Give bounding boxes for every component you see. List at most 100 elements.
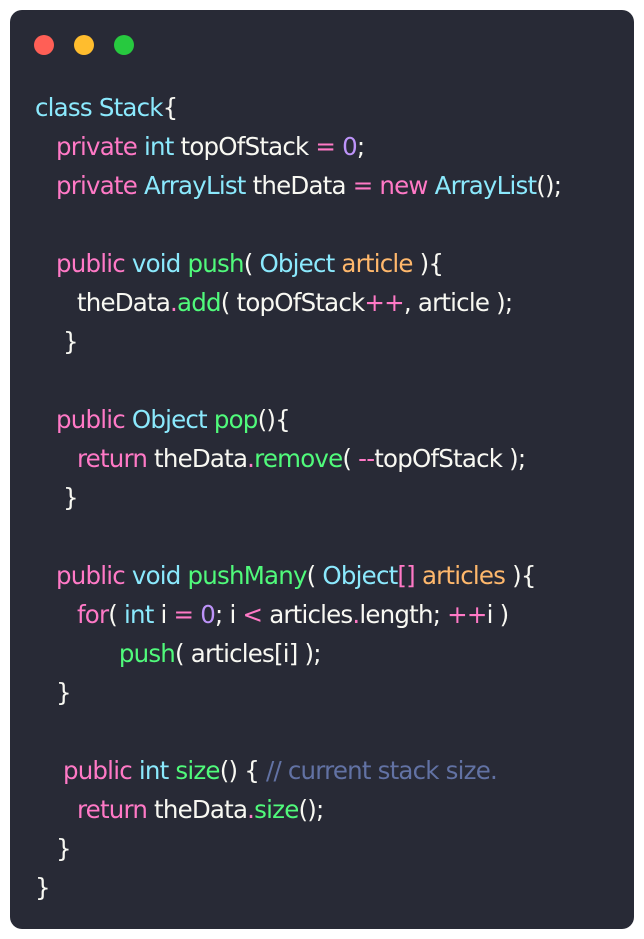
code-token-default: (){ xyxy=(257,405,291,434)
code-token-keyword: = xyxy=(352,171,380,200)
code-line: for( int i = 0; i < articles.length; ++i… xyxy=(35,595,561,634)
code-token-function: size xyxy=(254,795,299,824)
code-token-type: class xyxy=(35,93,99,122)
code-token-default xyxy=(35,639,119,668)
code-token-keyword: . xyxy=(170,288,178,317)
code-token-parameter: article xyxy=(341,249,420,278)
code-token-type: Object xyxy=(322,561,398,590)
code-line: ​ xyxy=(35,517,561,556)
code-token-default: ; xyxy=(356,132,365,161)
code-token-function: add xyxy=(177,288,222,317)
code-token-type: ArrayList xyxy=(434,171,537,200)
code-token-function: pushMany xyxy=(187,561,308,590)
code-token-type: int xyxy=(123,600,161,629)
code-token-function: pop xyxy=(213,405,258,434)
code-token-default: theData xyxy=(35,288,171,317)
code-token-keyword: new xyxy=(379,171,435,200)
code-token-keyword: public xyxy=(55,561,132,590)
code-token-default: ; i xyxy=(215,600,243,629)
code-token-keyword: public xyxy=(55,405,132,434)
code-token-default: () { xyxy=(219,756,266,785)
code-token-keyword: ++ xyxy=(364,288,404,317)
code-token-default: ( xyxy=(342,444,359,473)
code-token-default: } xyxy=(35,873,51,902)
code-token-function: push xyxy=(118,639,176,668)
code-token-type: Stack xyxy=(98,93,164,122)
code-line: return theData.size(); xyxy=(35,790,561,829)
code-line: } xyxy=(35,322,561,361)
code-line: } xyxy=(35,868,561,907)
code-token-default xyxy=(35,795,77,824)
minimize-icon[interactable] xyxy=(74,35,94,55)
code-token-keyword: = xyxy=(315,132,343,161)
code-token-default: theData xyxy=(154,444,248,473)
code-line: } xyxy=(35,829,561,868)
code-token-number: 0 xyxy=(342,132,358,161)
code-line: private ArrayList theData = new ArrayLis… xyxy=(35,166,562,205)
code-token-keyword: return xyxy=(76,444,155,473)
code-line: public int size() { // current stack siz… xyxy=(35,751,561,790)
code-line: ​ xyxy=(35,712,561,751)
code-token-default: ( articles[i] ); xyxy=(175,639,321,668)
code-token-default xyxy=(35,600,77,629)
code-token-number: 0 xyxy=(200,600,216,629)
code-token-default xyxy=(35,171,56,200)
code-token-default: length; xyxy=(359,600,448,629)
code-token-function: push xyxy=(187,249,245,278)
code-token-type: Object xyxy=(131,405,214,434)
code-token-default: i xyxy=(160,600,174,629)
code-token-keyword: public xyxy=(62,756,139,785)
code-token-default: (); xyxy=(298,795,324,824)
code-token-comment: // current stack size. xyxy=(265,756,498,785)
window-controls xyxy=(34,35,134,55)
code-token-default: } xyxy=(35,483,79,512)
code-token-function: remove xyxy=(254,444,343,473)
code-window: class Stack{ private int topOfStack = 0;… xyxy=(10,10,634,929)
code-line: } xyxy=(35,478,561,517)
code-line: ​ xyxy=(35,361,561,400)
code-token-default: } xyxy=(35,834,72,863)
code-token-default xyxy=(35,444,77,473)
code-token-default: articles xyxy=(269,600,353,629)
code-token-keyword: private xyxy=(55,132,144,161)
code-line: class Stack{ xyxy=(35,88,561,127)
code-token-default: theData xyxy=(154,795,248,824)
code-token-default: } xyxy=(35,327,79,356)
code-token-default: ( xyxy=(108,600,124,629)
code-token-type: int xyxy=(138,756,176,785)
code-token-default: ){ xyxy=(419,249,444,278)
code-line: public void pushMany( Object[] articles … xyxy=(35,556,561,595)
code-token-keyword: public xyxy=(55,249,132,278)
code-token-default: { xyxy=(162,93,179,122)
code-token-keyword: return xyxy=(76,795,155,824)
code-token-type: void xyxy=(131,561,188,590)
code-token-default: i ) xyxy=(486,600,510,629)
maximize-icon[interactable] xyxy=(114,35,134,55)
code-token-default xyxy=(35,132,56,161)
code-token-keyword: = xyxy=(173,600,201,629)
code-token-default: ( topOfStack xyxy=(220,288,365,317)
code-token-keyword: [] xyxy=(397,561,422,590)
code-token-default xyxy=(35,561,56,590)
code-block: class Stack{ private int topOfStack = 0;… xyxy=(35,88,562,907)
code-token-default xyxy=(35,249,56,278)
close-icon[interactable] xyxy=(34,35,54,55)
code-line: public void push( Object article ){ xyxy=(35,244,561,283)
code-token-type: void xyxy=(131,249,188,278)
code-line: public Object pop(){ xyxy=(35,400,561,439)
code-line: } xyxy=(35,673,561,712)
code-token-keyword: < xyxy=(242,600,270,629)
code-token-keyword: private xyxy=(55,171,144,200)
code-token-type: Object xyxy=(259,249,342,278)
code-token-default: , article ); xyxy=(403,288,513,317)
code-token-type: int xyxy=(143,132,181,161)
code-token-default: topOfStack xyxy=(180,132,316,161)
code-token-default: ){ xyxy=(512,561,536,590)
code-token-default: topOfStack ); xyxy=(374,444,526,473)
code-token-default: theData xyxy=(252,171,353,200)
code-line: return theData.remove( --topOfStack ); xyxy=(35,439,561,478)
code-token-keyword: for xyxy=(76,600,109,629)
code-token-default: ( xyxy=(306,561,323,590)
code-line: theData.add( topOfStack++, article ); xyxy=(35,283,561,322)
code-token-type: ArrayList xyxy=(143,171,253,200)
